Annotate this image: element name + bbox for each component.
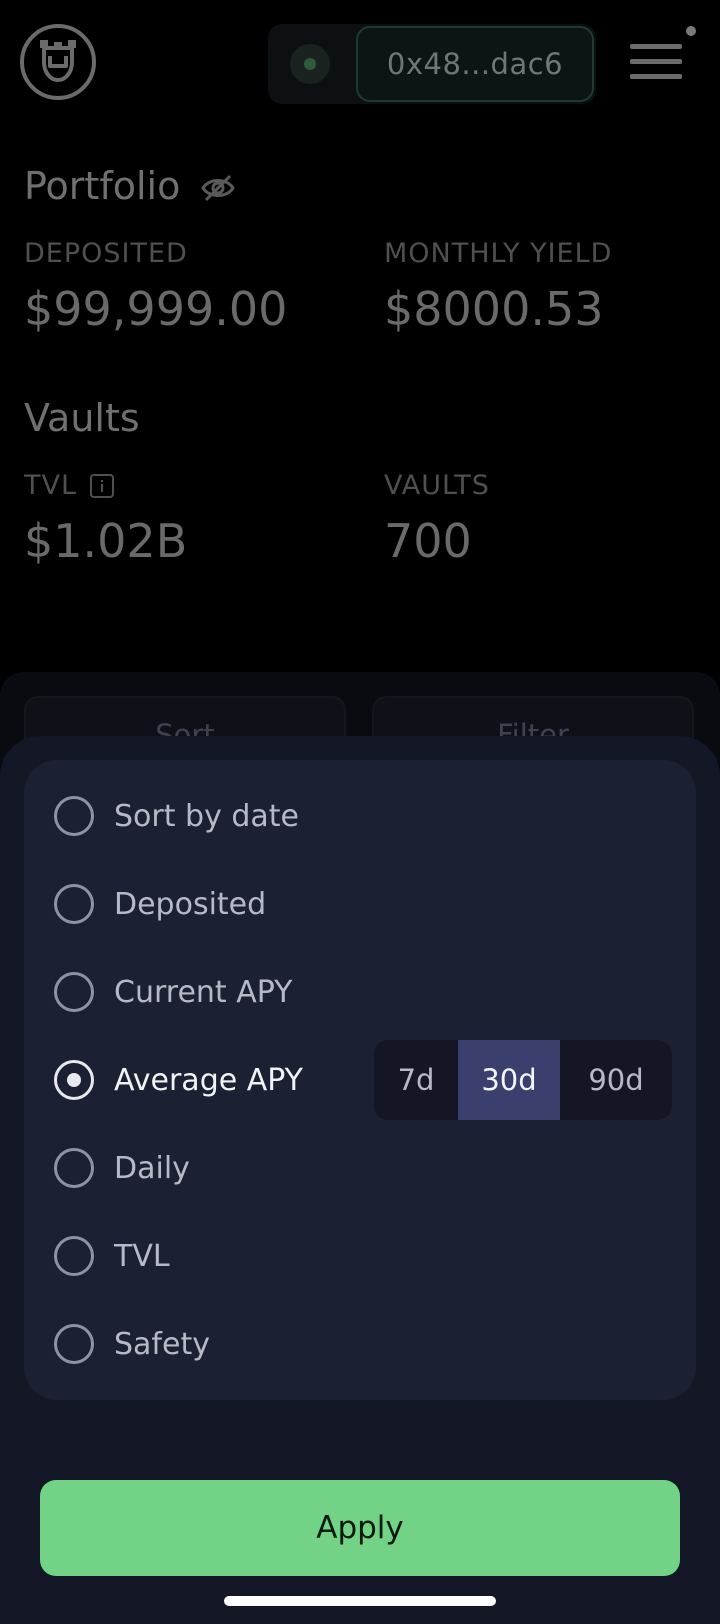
deposited-value: $99,999.00 <box>24 282 288 336</box>
radio-button[interactable] <box>54 972 94 1012</box>
tvl-value: $1.02B <box>24 514 188 568</box>
sort-option-label: Safety <box>114 1326 210 1362</box>
sort-option-safety[interactable]: Safety <box>54 1314 210 1374</box>
period-90d[interactable]: 90d <box>560 1040 672 1120</box>
connection-status-dot <box>304 58 316 70</box>
radio-button-selected[interactable] <box>54 1060 94 1100</box>
radio-button[interactable] <box>54 1324 94 1364</box>
monthly-yield-label: MONTHLY YIELD <box>384 238 613 269</box>
radio-button[interactable] <box>54 796 94 836</box>
monthly-yield-value: $8000.53 <box>384 282 604 336</box>
hamburger-menu-icon[interactable] <box>630 44 682 80</box>
period-30d[interactable]: 30d <box>458 1040 560 1120</box>
sort-option-label: Daily <box>114 1150 190 1186</box>
sort-option-average-apy[interactable]: Average APY <box>54 1050 303 1110</box>
vaults-title: Vaults <box>24 396 140 440</box>
sort-option-label: TVL <box>114 1238 170 1274</box>
info-icon[interactable] <box>90 474 114 498</box>
eye-off-icon[interactable] <box>200 172 236 204</box>
radio-button[interactable] <box>54 884 94 924</box>
sort-option-label: Deposited <box>114 886 267 922</box>
vaults-count-value: 700 <box>384 514 472 568</box>
notification-dot <box>686 26 696 36</box>
wallet-address-button[interactable]: 0x48...dac6 <box>356 26 594 102</box>
sort-option-current-apy[interactable]: Current APY <box>54 962 293 1022</box>
deposited-label: DEPOSITED <box>24 238 188 269</box>
sort-option-deposited[interactable]: Deposited <box>54 874 266 934</box>
radio-button[interactable] <box>54 1236 94 1276</box>
apply-button[interactable]: Apply <box>40 1480 680 1576</box>
period-7d[interactable]: 7d <box>374 1040 458 1120</box>
app-logo-icon[interactable] <box>20 24 96 100</box>
sort-option-label: Current APY <box>114 974 293 1010</box>
sort-option-label: Average APY <box>114 1062 304 1098</box>
radio-button[interactable] <box>54 1148 94 1188</box>
sort-option-date[interactable]: Sort by date <box>54 786 299 846</box>
sort-option-daily[interactable]: Daily <box>54 1138 190 1198</box>
sort-option-label: Sort by date <box>114 798 300 834</box>
portfolio-title: Portfolio <box>24 164 181 208</box>
tvl-label: TVL <box>24 470 78 501</box>
home-indicator <box>224 1596 496 1606</box>
apy-period-selector: 7d 30d 90d <box>374 1040 672 1120</box>
sort-option-tvl[interactable]: TVL <box>54 1226 170 1286</box>
vaults-count-label: VAULTS <box>384 470 490 501</box>
